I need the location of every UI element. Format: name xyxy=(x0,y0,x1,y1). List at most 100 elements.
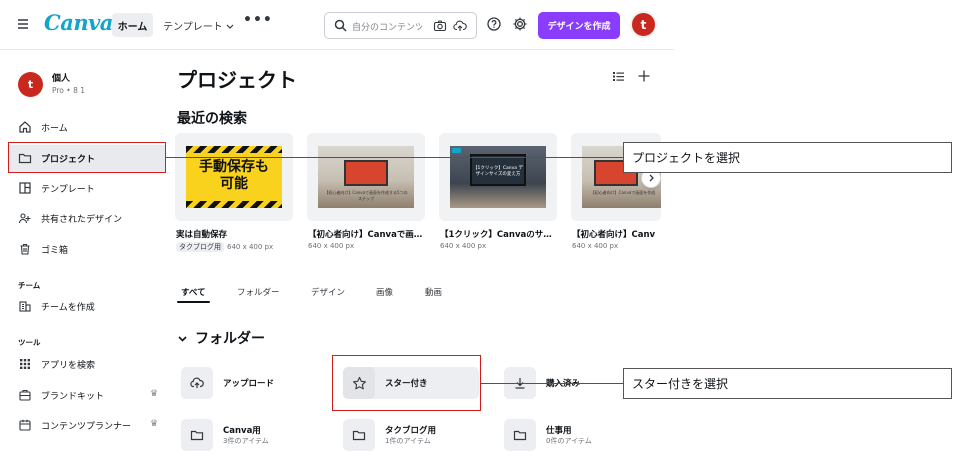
folder-blog[interactable]: タクブログ用 1件のアイテム xyxy=(343,419,436,451)
sidebar-item-label: ホーム xyxy=(41,123,68,134)
chevron-down-icon xyxy=(178,335,187,342)
starred-highlight-box xyxy=(332,355,481,411)
sidebar-item-label: ブランドキット xyxy=(41,391,105,402)
card-thumbnail: 【1クリック】Canva デザインサイズの変え方 xyxy=(450,146,546,208)
team-section-label: チーム xyxy=(18,281,41,290)
sidebar-avatar[interactable]: t xyxy=(18,72,43,97)
sidebar-item-templates[interactable]: テンプレート xyxy=(18,180,95,196)
recent-card[interactable]: 【初心者向け】Canvaで画面を作成する5つのステップ xyxy=(307,133,425,221)
folder-uploads[interactable]: アップロード xyxy=(181,367,274,399)
home-icon xyxy=(19,121,31,133)
nav-templates-label: テンプレート xyxy=(163,22,223,33)
sidebar-item-create-team[interactable]: チームを作成 xyxy=(18,298,95,314)
search-box[interactable]: 自分のコンテンツ xyxy=(324,12,477,39)
search-input[interactable]: 自分のコンテンツ xyxy=(352,20,422,33)
tab-active-underline xyxy=(177,301,210,303)
card-title[interactable]: 【初心者向け】Canv xyxy=(572,228,662,240)
folder-icon xyxy=(513,430,527,441)
folder-work[interactable]: 仕事用 0件のアイテム xyxy=(504,419,592,451)
sidebar-item-label: アプリを検索 xyxy=(41,360,96,371)
gear-icon[interactable] xyxy=(512,16,528,32)
sidebar-item-home[interactable]: ホーム xyxy=(18,119,68,135)
callout-connector-line xyxy=(481,383,623,384)
header-divider xyxy=(0,49,674,50)
crown-icon: ♛ xyxy=(150,419,159,429)
folders-title: フォルダー xyxy=(195,331,265,347)
calendar-icon xyxy=(19,419,31,431)
chevron-right-icon xyxy=(649,174,654,182)
card-thumbnail: 【初心者向け】Canvaで画面を作成する5つのステップ xyxy=(318,146,414,208)
page-title: プロジェクト xyxy=(177,68,297,92)
thumbnail-text: 手動保存も 可能 xyxy=(199,159,269,192)
nav-templates-dropdown[interactable]: テンプレート xyxy=(163,18,234,33)
card-meta: 640 x 400 px xyxy=(572,242,619,250)
cloud-upload-icon xyxy=(190,377,204,388)
card-meta: タクブログ用 640 x 400 px xyxy=(176,242,273,252)
folder-name: タクブログ用 xyxy=(385,426,437,436)
menu-icon[interactable] xyxy=(16,17,30,31)
tab-images[interactable]: 画像 xyxy=(376,286,393,298)
folders-section-header[interactable]: フォルダー xyxy=(177,328,265,348)
trash-icon xyxy=(20,243,30,255)
card-title[interactable]: 実は自動保存 xyxy=(176,228,227,240)
thumbnail-caption: 【1クリック】Canva デザインサイズの変え方 xyxy=(470,154,526,186)
chevron-down-icon xyxy=(226,24,234,29)
crown-icon: ♛ xyxy=(150,389,159,399)
thumbnail-caption: 【初心者向け】Canvaで画面を作成する5つのステップ xyxy=(324,190,408,201)
account-name[interactable]: 個人 xyxy=(52,71,70,84)
card-tag[interactable]: タクブログ用 xyxy=(176,242,224,252)
sidebar-item-content-planner[interactable]: コンテンツプランナー xyxy=(18,417,131,433)
callout-select-projects: プロジェクトを選択 xyxy=(623,142,952,173)
help-icon[interactable] xyxy=(487,17,501,31)
card-title[interactable]: 【初心者向け】Canvaで画… xyxy=(308,228,422,240)
thumbnail-caption: 【初心者向け】Canvaで画面を作成 xyxy=(590,190,656,195)
create-design-button[interactable]: デザインを作成 xyxy=(538,12,620,39)
folder-canva[interactable]: Canva用 3件のアイテム xyxy=(181,419,269,451)
folder-name: Canva用 xyxy=(223,426,261,436)
nav-home-button[interactable]: ホーム xyxy=(112,13,153,37)
sidebar-item-label: チームを作成 xyxy=(41,302,95,313)
search-icon xyxy=(334,19,347,32)
account-plan: Pro • 8 1 xyxy=(52,86,86,95)
tab-folders[interactable]: フォルダー xyxy=(237,286,280,298)
sidebar-item-brand-kit[interactable]: ブランドキット xyxy=(18,387,104,403)
sidebar-item-trash[interactable]: ゴミ箱 xyxy=(18,241,68,257)
card-thumbnail: 手動保存も 可能 xyxy=(186,146,282,208)
list-view-icon[interactable] xyxy=(612,70,625,83)
tab-all[interactable]: すべて xyxy=(181,286,206,298)
folder-icon xyxy=(352,430,366,441)
sidebar-item-shared[interactable]: 共有されたデザイン xyxy=(18,210,122,226)
apps-grid-icon xyxy=(20,359,30,369)
callout-connector-line xyxy=(166,157,623,158)
sidebar-item-label: コンテンツプランナー xyxy=(41,421,132,432)
shared-icon xyxy=(18,213,31,224)
canva-logo[interactable]: Canva xyxy=(44,10,113,35)
account-avatar[interactable]: t xyxy=(630,11,657,38)
folder-item-count: 1件のアイテム xyxy=(385,437,431,445)
upload-search-icon[interactable] xyxy=(453,19,467,33)
more-menu-button[interactable]: ••• xyxy=(243,12,273,28)
folder-name: アップロード xyxy=(223,379,275,389)
tab-videos[interactable]: 動画 xyxy=(425,286,442,298)
add-icon[interactable] xyxy=(637,69,651,83)
sidebar-item-apps[interactable]: アプリを検索 xyxy=(18,356,95,372)
recent-card[interactable]: 手動保存も 可能 xyxy=(175,133,293,221)
template-icon xyxy=(19,182,31,194)
tools-section-label: ツール xyxy=(18,338,41,347)
folder-item-count: 0件のアイテム xyxy=(546,437,592,445)
folder-name: 仕事用 xyxy=(546,426,572,436)
camera-search-icon[interactable] xyxy=(433,19,447,33)
brand-kit-icon xyxy=(19,389,31,401)
projects-highlight-box xyxy=(8,142,166,173)
sidebar-item-label: 共有されたデザイン xyxy=(41,214,123,225)
recent-searches-title: 最近の検索 xyxy=(177,111,247,127)
card-meta: 640 x 400 px xyxy=(308,242,355,250)
callout-select-starred: スター付きを選択 xyxy=(623,368,952,399)
team-icon xyxy=(19,301,31,312)
card-meta: 640 x 400 px xyxy=(440,242,487,250)
recent-card[interactable]: 【1クリック】Canva デザインサイズの変え方 xyxy=(439,133,557,221)
sidebar-item-label: ゴミ箱 xyxy=(41,245,69,256)
folder-icon xyxy=(190,430,204,441)
tab-designs[interactable]: デザイン xyxy=(311,286,345,298)
card-title[interactable]: 【1クリック】Canvaのサ… xyxy=(440,228,552,240)
